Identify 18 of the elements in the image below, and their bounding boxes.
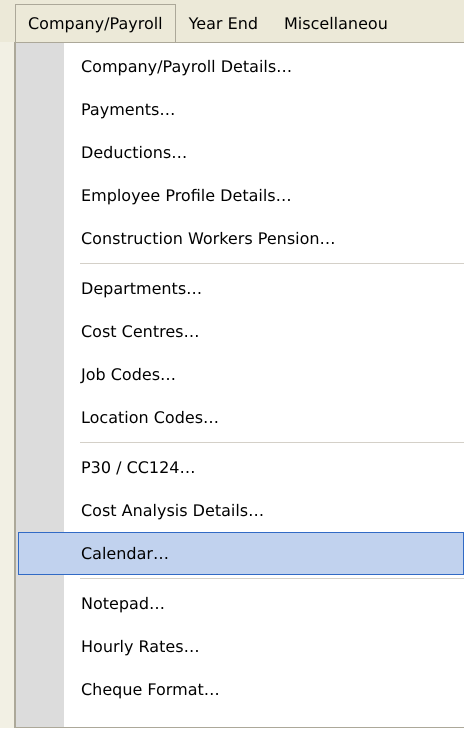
menu-title[interactable]: Miscellaneou [271,4,401,42]
menu-item[interactable]: Hourly Rates… [18,625,464,668]
menu-item[interactable]: Cost Centres… [18,310,464,353]
menu-item[interactable]: Departments… [18,267,464,310]
menu-item[interactable]: Calendar… [18,532,464,575]
menu-item[interactable]: Job Codes… [18,353,464,396]
menu-item[interactable]: Notepad… [18,582,464,625]
menu-title[interactable]: Year End [176,4,271,42]
menu-item[interactable]: Employee Profile Details… [18,174,464,217]
menu-item[interactable]: Cheque Format… [18,668,464,711]
menu-title[interactable]: Company/Payroll [15,4,176,42]
menu-item[interactable]: Construction Workers Pension… [18,217,464,260]
menu-item[interactable]: P30 / CC124… [18,446,464,489]
menu-item[interactable]: Deductions… [18,131,464,174]
menu-item[interactable]: Location Codes… [18,396,464,439]
menu-item[interactable]: Cost Analysis Details… [18,489,464,532]
menu-item[interactable]: Company/Payroll Details… [18,45,464,88]
menu-item[interactable]: Payments… [18,88,464,131]
